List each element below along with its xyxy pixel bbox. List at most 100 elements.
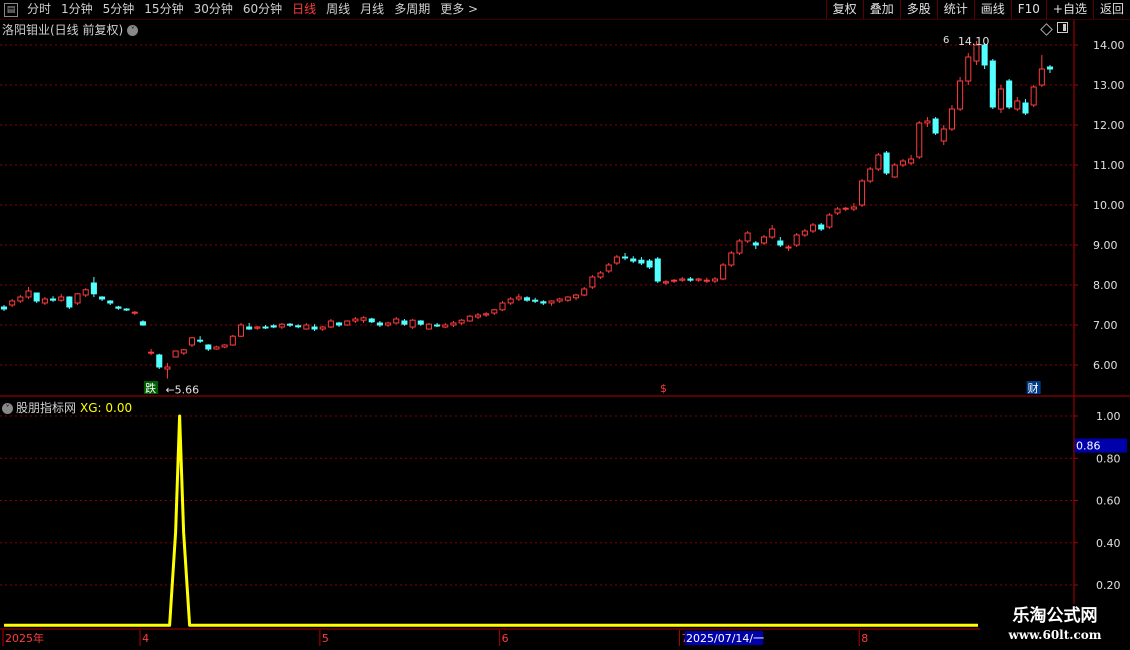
candle-body [295,325,302,328]
candle-body [25,290,32,298]
candle-body [409,319,416,328]
period-tab-10[interactable]: 更多 > [435,0,483,19]
candle-body [703,279,710,282]
candle-body [711,278,718,282]
candle-body [572,294,580,299]
candle-body [613,256,620,264]
candle-body [205,344,212,350]
candle-body [442,324,449,328]
candle-body [466,315,473,322]
price-tick-label: 14.00 [1093,39,1125,52]
candle-body [850,206,857,210]
candle-body [254,326,261,329]
candle-body [319,326,326,330]
candle-body [278,323,285,328]
period-tab-6[interactable]: 日线 [287,0,321,19]
period-tab-0[interactable]: 分时 [22,0,56,19]
candle-body [156,354,163,368]
current-value-label: 0.86 [1076,440,1101,453]
period-tab-8[interactable]: 月线 [355,0,389,19]
candle-body [842,207,849,210]
candle-body [123,308,130,311]
date-tick-label: 6 [502,632,509,645]
event-marker-1: $ [660,382,667,395]
indicator-name: 股朋指标网 [16,401,77,415]
toolbar-button-5[interactable]: F10 [1010,0,1046,19]
candle-body [483,313,490,316]
candle-body [9,300,16,306]
candle-body [344,320,351,326]
chevron-down-icon[interactable]: ˅ [127,25,139,36]
toolbar-button-7[interactable]: 返回 [1092,0,1130,19]
candle-body [948,108,955,130]
stock-title-text: 洛阳钼业(日线 前复权) [2,23,124,37]
toolbar-button-6[interactable]: +自选 [1045,0,1093,19]
candle-body [744,232,751,242]
candle-body [1022,102,1029,114]
candle-body [148,351,155,354]
toolbar-button-0[interactable]: 复权 [825,0,863,19]
candle-body [695,278,702,281]
chart-title[interactable]: 洛阳钼业(日线 前复权) ˅ [2,21,139,38]
indicator-title[interactable]: ˅ 股朋指标网 XG: 0.00 [2,399,132,416]
diamond-icon[interactable] [1040,23,1053,36]
window-toggle-icon[interactable] [1057,22,1068,33]
period-tab-4[interactable]: 30分钟 [189,0,238,19]
candle-body [425,323,432,330]
candle-body [74,293,81,304]
candle-body [237,324,245,337]
candle-body [728,252,735,266]
candle-body [801,230,808,236]
toolbar-button-1[interactable]: 叠加 [862,0,900,19]
indicator-tick-label: 0.20 [1096,579,1121,592]
candle-body [107,300,114,304]
candle-body [270,325,277,328]
panel-toggle-icon[interactable]: ▤ [4,2,18,17]
period-tab-7[interactable]: 周线 [321,0,355,19]
candle-body [630,258,637,262]
date-tick-label: 7 [681,632,688,645]
cursor-date-box [685,631,763,645]
period-tab-5[interactable]: 60分钟 [238,0,287,19]
candle-body [859,180,866,206]
price-tick-label: 8.00 [1093,279,1118,292]
candle-body [49,298,57,301]
candle-body [752,242,759,246]
candle-body [654,258,661,282]
candle-body [90,282,97,295]
candle-body [221,344,228,348]
candle-body [336,322,343,326]
candle-body [327,320,334,328]
toolbar-button-4[interactable]: 画线 [973,0,1011,19]
toolbar-button-3[interactable]: 统计 [936,0,974,19]
indicator-tick-label: 1.00 [1096,410,1121,423]
candle-body [376,322,383,326]
candle-body [246,326,253,330]
candle-body [131,311,138,314]
event-marker-0: 跌 [145,381,156,395]
watermark-title: 乐淘公式网 [1012,606,1098,626]
candle-body [899,160,906,166]
candle-body [33,292,40,302]
period-tab-1[interactable]: 1分钟 [56,0,98,19]
period-tab-3[interactable]: 15分钟 [139,0,188,19]
candle-body [180,349,187,354]
toolbar: ▤ 分时 1分钟 5分钟 15分钟 30分钟 60分钟 日线 周线 月线 多周期 更多 > 复权 叠加… [0,0,1130,20]
candle-body [540,301,547,304]
chevron-down-icon[interactable]: ˅ [2,403,13,414]
toolbar-button-2[interactable]: 多股 [899,0,937,19]
period-tab-2[interactable]: 5分钟 [98,0,140,19]
cursor-date-label: 2025/07/14/一 [686,632,764,645]
candle-body [793,234,800,246]
date-tick-label: 5 [322,632,329,645]
candle-body [164,366,171,370]
candle-body [932,118,939,134]
candle-body [474,314,482,318]
candle-body [997,88,1005,110]
chart-canvas[interactable]: ←5.66 6 14.10 跌 $ 财 14.00 13.00 12.00 11.00 10.00… [0,0,1130,650]
period-tab-9[interactable]: 多周期 [389,0,435,19]
candle-body [597,272,604,278]
period-bar: ▤ 分时 1分钟 5分钟 15分钟 30分钟 60分钟 日线 周线 月线 多周期 更多 > [0,0,483,19]
date-tick-label: 4 [142,632,149,645]
grid-lines [0,44,1074,586]
